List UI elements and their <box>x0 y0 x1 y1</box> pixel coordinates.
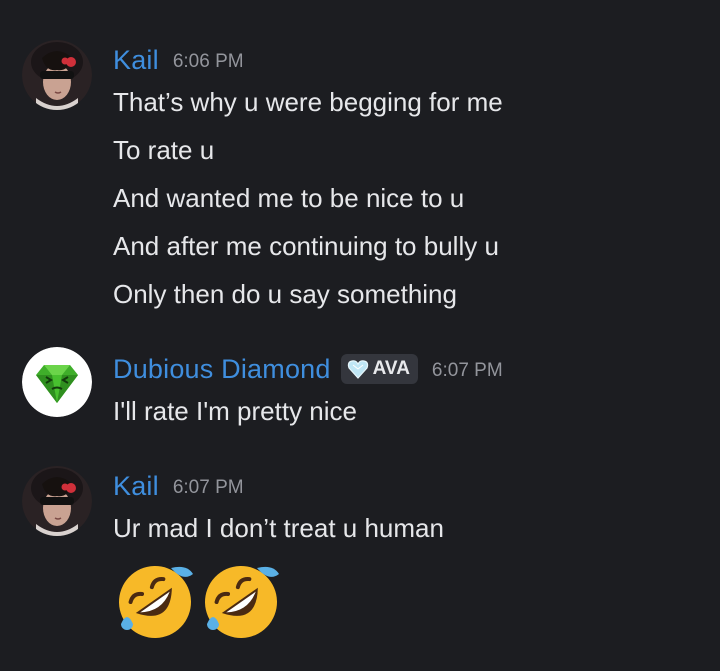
message-text: And wanted me to be nice to u <box>113 183 465 213</box>
message-text: That’s why u were begging for me <box>113 87 503 117</box>
message-text: To rate u <box>113 135 215 165</box>
chat-message-list: Kail 6:06 PM That’s why u were begging f… <box>0 0 720 671</box>
user-avatar-icon <box>22 40 92 110</box>
message-text: Only then do u say something <box>113 279 457 309</box>
green-diamond-icon <box>22 347 92 417</box>
guild-tag[interactable]: AVA <box>340 354 418 384</box>
avatar[interactable] <box>22 347 92 417</box>
avatar[interactable] <box>22 466 92 536</box>
message-header: Kail 6:06 PM <box>113 42 503 78</box>
emoji-row <box>113 560 444 644</box>
timestamp[interactable]: 6:06 PM <box>173 51 244 73</box>
username[interactable]: Dubious Diamond <box>113 354 331 385</box>
username[interactable]: Kail <box>113 471 159 502</box>
guild-tag-label: AVA <box>372 358 410 379</box>
rolling-on-floor-laughing-emoji <box>205 566 279 638</box>
message-content: Kail 6:06 PM That’s why u were begging f… <box>113 42 503 318</box>
message-header: Kail 6:07 PM <box>113 468 444 504</box>
avatar[interactable] <box>22 40 92 110</box>
rolling-on-floor-laughing-emoji <box>119 566 193 638</box>
message-content: Dubious Diamond AVA 6:07 PM I'll rate I'… <box>113 351 503 435</box>
message-text: And after me continuing to bully u <box>113 231 499 261</box>
timestamp[interactable]: 6:07 PM <box>173 477 244 499</box>
heart-gem-icon <box>347 360 368 379</box>
message-content: Kail 6:07 PM Ur mad I don’t treat u huma… <box>113 468 444 644</box>
message-header: Dubious Diamond AVA 6:07 PM <box>113 351 503 387</box>
message-text: Ur mad I don’t treat u human <box>113 513 444 543</box>
username[interactable]: Kail <box>113 45 159 76</box>
timestamp[interactable]: 6:07 PM <box>432 360 503 382</box>
user-avatar-icon <box>22 466 92 536</box>
message-text: I'll rate I'm pretty nice <box>113 396 358 426</box>
